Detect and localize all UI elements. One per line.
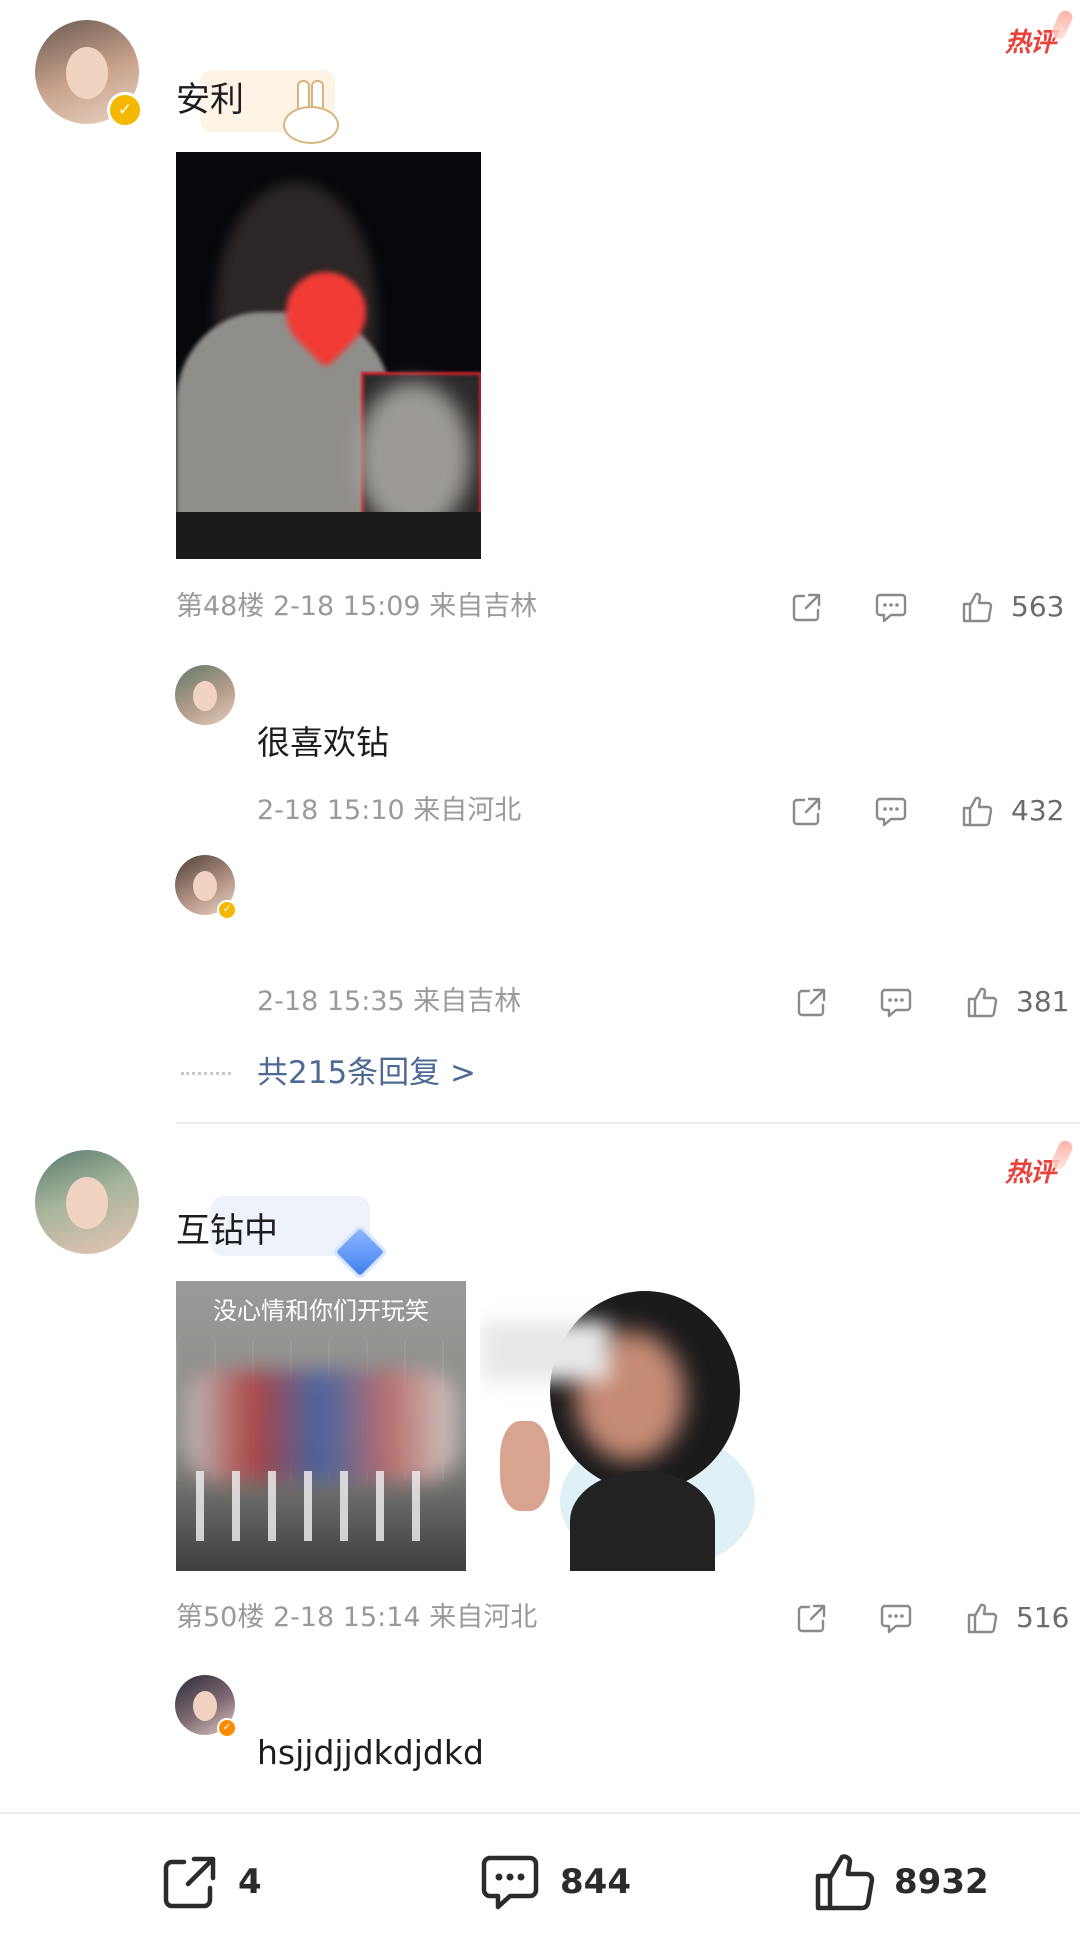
like-button[interactable]: 8932 [812, 1850, 1002, 1914]
thumbs-up-icon[interactable] [965, 1601, 999, 1635]
image-bottom-shade [176, 512, 481, 559]
comment-text: 互钻中 [176, 1211, 278, 1251]
reply-avatar[interactable] [175, 665, 235, 725]
image-caption: 没心情和你们开玩笑 [213, 1297, 429, 1325]
view-all-replies-link[interactable]: 共215条回复 > [257, 1053, 476, 1093]
like-count: 381 [1016, 985, 1070, 1018]
thumbs-up-icon[interactable] [965, 985, 999, 1019]
thumbs-up-icon[interactable] [960, 794, 994, 828]
image-legs [196, 1471, 446, 1541]
like-count: 8932 [894, 1862, 989, 1902]
like-count: 516 [1016, 1601, 1070, 1634]
share-count: 4 [238, 1862, 262, 1902]
image-inset-blur [356, 382, 471, 532]
comment-icon[interactable] [879, 985, 913, 1019]
flame-icon [1049, 8, 1075, 42]
verified-badge-icon: ✓ [217, 900, 237, 920]
comment-count: 844 [560, 1862, 631, 1902]
reply-meta: 2-18 15:10 来自河北 [257, 795, 522, 826]
image-hand [500, 1421, 550, 1511]
verified-badge-icon: ✓ [107, 92, 143, 128]
image-figures-blur [186, 1371, 456, 1481]
thumbs-up-icon[interactable] [960, 590, 994, 624]
hot-comment-label: 热评 [1005, 1158, 1056, 1188]
comment-icon [478, 1850, 542, 1914]
comment-icon[interactable] [874, 794, 908, 828]
replies-dots [181, 1072, 231, 1075]
comment-divider [176, 1122, 1080, 1124]
share-icon[interactable] [795, 1601, 829, 1635]
comment-text: 安利 [176, 80, 244, 120]
share-icon[interactable] [790, 794, 824, 828]
share-icon[interactable] [795, 985, 829, 1019]
hot-comment-label: 热评 [1005, 28, 1056, 58]
image-text-blur [480, 1321, 610, 1381]
avatar-face [66, 1177, 108, 1230]
comment-image[interactable] [176, 152, 481, 559]
avatar-face [66, 47, 108, 100]
comment-image[interactable]: 没心情和你们开玩笑 [176, 1281, 466, 1571]
share-icon[interactable] [790, 590, 824, 624]
comment-icon[interactable] [874, 590, 908, 624]
reply-text: hsjjdjjdkdjdkd [257, 1733, 484, 1772]
comment-meta: 第50楼 2-18 15:14 来自河北 [176, 1602, 538, 1633]
comment-image[interactable] [480, 1281, 755, 1571]
comment-icon[interactable] [879, 1601, 913, 1635]
comment-button[interactable]: 844 [478, 1850, 638, 1914]
avatar-face [193, 1690, 217, 1721]
like-count: 432 [1011, 794, 1065, 827]
bottom-action-bar: 4 844 8932 [0, 1812, 1080, 1959]
avatar-face [193, 680, 217, 711]
hot-comment-tag: 热评 [1005, 8, 1075, 59]
share-button[interactable]: 4 [158, 1850, 268, 1914]
avatar-face [193, 870, 217, 901]
reply-text: 很喜欢钻 [257, 723, 389, 762]
image-dress [570, 1471, 715, 1571]
reply-meta: 2-18 15:35 来自吉林 [257, 986, 522, 1017]
avatar[interactable] [35, 1150, 139, 1254]
verified-badge-icon: ✓ [217, 1718, 237, 1738]
share-icon [158, 1850, 222, 1914]
image-jacket [176, 312, 391, 542]
thumbs-up-icon [812, 1850, 876, 1914]
hot-comment-tag: 热评 [1005, 1138, 1075, 1189]
like-count: 563 [1011, 590, 1065, 623]
comment-meta: 第48楼 2-18 15:09 来自吉林 [176, 591, 538, 622]
flame-icon [1049, 1138, 1075, 1172]
rabbit-sticker-icon [275, 80, 345, 144]
